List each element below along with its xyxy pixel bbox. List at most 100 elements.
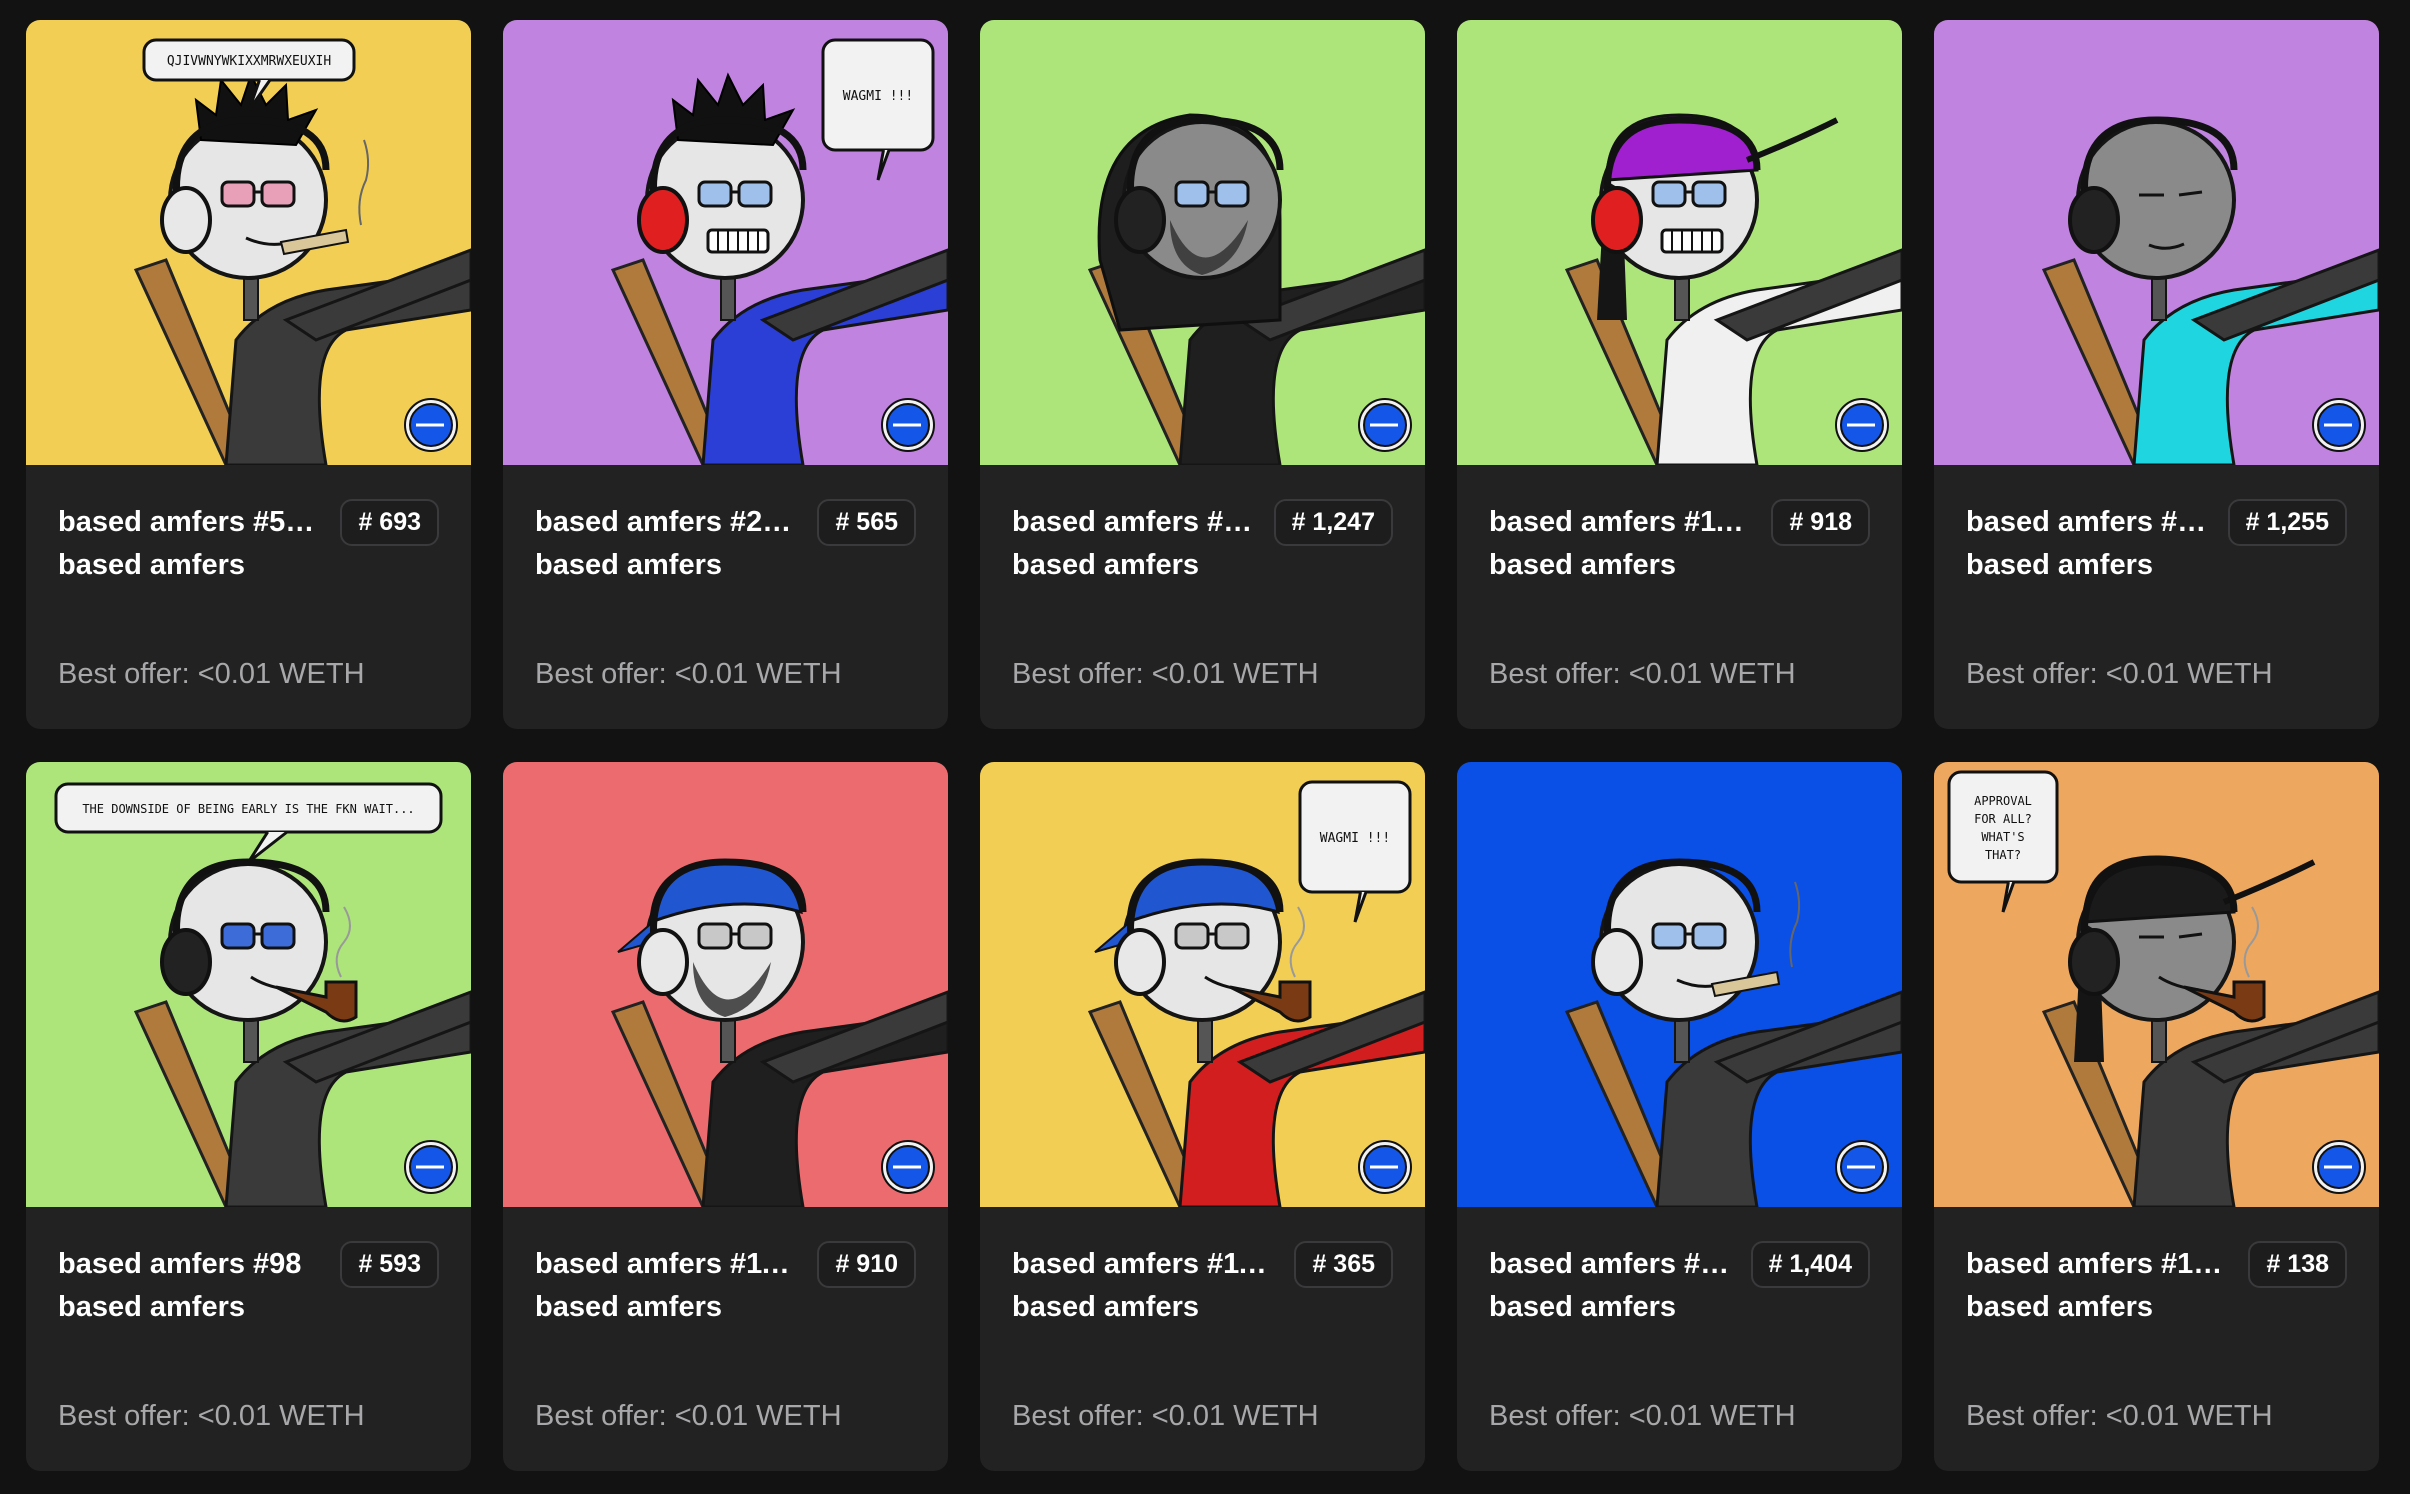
- nft-info: based amfers #11… # 910 based amfers: [503, 1240, 948, 1327]
- headphone-icon: [637, 186, 689, 254]
- nft-card[interactable]: based amfers #… # 1,255 based amfers Best o…: [1934, 20, 2379, 729]
- best-offer-text: Best offer: <0.01 WETH: [1966, 658, 2273, 690]
- svg-text:FOR ALL?: FOR ALL?: [1974, 812, 2032, 826]
- nft-card[interactable]: THE DOWNSIDE OF BEING EARLY IS THE FKN W…: [26, 762, 471, 1471]
- rarity-rank-badge[interactable]: # 365: [1294, 1240, 1393, 1288]
- nft-artwork: [503, 762, 948, 1207]
- svg-text:WAGMI !!!: WAGMI !!!: [843, 89, 913, 104]
- best-offer-text: Best offer: <0.01 WETH: [1966, 1400, 2273, 1432]
- best-offer-text: Best offer: <0.01 WETH: [1489, 658, 1796, 690]
- base-logo-icon: [881, 1140, 935, 1194]
- rarity-rank-badge[interactable]: # 693: [340, 498, 439, 546]
- headphone-icon: [637, 928, 689, 996]
- nft-image[interactable]: THE DOWNSIDE OF BEING EARLY IS THE FKN W…: [26, 762, 471, 1207]
- nft-image[interactable]: [980, 20, 1425, 465]
- headphone-icon: [160, 186, 212, 254]
- nft-card[interactable]: based amfers #… # 1,247 based amfers Best o…: [980, 20, 1425, 729]
- nft-name[interactable]: based amfers #2…: [535, 506, 791, 539]
- svg-text:WHAT'S: WHAT'S: [1981, 830, 2024, 844]
- rarity-rank-badge[interactable]: # 1,247: [1273, 498, 1393, 546]
- svg-text:APPROVAL: APPROVAL: [1974, 794, 2032, 808]
- rarity-rank-badge[interactable]: # 565: [817, 498, 916, 546]
- best-offer-text: Best offer: <0.01 WETH: [1012, 1400, 1319, 1432]
- collection-name: based amfers: [1489, 1291, 1676, 1323]
- nft-card[interactable]: APPROVAL FOR ALL? WHAT'S THAT? based amfers …: [1934, 762, 2379, 1471]
- nft-image[interactable]: [1457, 20, 1902, 465]
- best-offer-text: Best offer: <0.01 WETH: [535, 658, 842, 690]
- nft-name[interactable]: based amfers #5…: [58, 506, 314, 539]
- nft-artwork: APPROVAL FOR ALL? WHAT'S THAT?: [1934, 762, 2379, 1207]
- nft-card[interactable]: based amfers #… # 1,404 based amfers Best o…: [1457, 762, 1902, 1471]
- svg-text:WAGMI !!!: WAGMI !!!: [1320, 831, 1390, 846]
- nft-card[interactable]: WAGMI !!! based amfers #11… # 365 based amf…: [980, 762, 1425, 1471]
- rarity-rank-badge[interactable]: # 918: [1771, 498, 1870, 546]
- nft-name[interactable]: based amfers #1…: [1966, 1248, 2222, 1281]
- nft-image[interactable]: [1457, 762, 1902, 1207]
- nft-image[interactable]: QJIVWNYWKIXXMRWXEUXIH: [26, 20, 471, 465]
- headphone-icon: [2068, 928, 2120, 996]
- nft-image[interactable]: WAGMI !!!: [980, 762, 1425, 1207]
- title-row: based amfers #5… # 693: [58, 498, 439, 546]
- nft-info: based amfers #… # 1,404 based amfers: [1457, 1240, 1902, 1327]
- title-row: based amfers #11… # 365: [1012, 1240, 1393, 1288]
- nft-artwork: [1457, 20, 1902, 465]
- rarity-rank-badge[interactable]: # 138: [2248, 1240, 2347, 1288]
- collection-name: based amfers: [1012, 1291, 1199, 1323]
- nft-name[interactable]: based amfers #…: [1489, 1248, 1729, 1281]
- nft-image[interactable]: [1934, 20, 2379, 465]
- best-offer-text: Best offer: <0.01 WETH: [58, 1400, 365, 1432]
- base-logo-icon: [2312, 398, 2366, 452]
- headphone-icon: [1114, 928, 1166, 996]
- nft-name[interactable]: based amfers #11…: [535, 1248, 800, 1281]
- nft-info: based amfers #… # 1,247 based amfers: [980, 498, 1425, 585]
- svg-text:QJIVWNYWKIXXMRWXEUXIH: QJIVWNYWKIXXMRWXEUXIH: [167, 54, 331, 69]
- nft-name[interactable]: based amfers #11…: [1012, 1248, 1277, 1281]
- nft-image[interactable]: [503, 762, 948, 1207]
- headphone-icon: [2068, 186, 2120, 254]
- nft-artwork: THE DOWNSIDE OF BEING EARLY IS THE FKN W…: [26, 762, 471, 1207]
- base-logo-icon: [881, 398, 935, 452]
- nft-info: based amfers #5… # 693 based amfers: [26, 498, 471, 585]
- collection-name: based amfers: [1966, 1291, 2153, 1323]
- nft-artwork: [1457, 762, 1902, 1207]
- nft-artwork: WAGMI !!!: [980, 762, 1425, 1207]
- nft-image[interactable]: APPROVAL FOR ALL? WHAT'S THAT?: [1934, 762, 2379, 1207]
- nft-info: based amfers #98 # 593 based amfers: [26, 1240, 471, 1327]
- svg-text:THAT?: THAT?: [1985, 848, 2021, 862]
- rarity-rank-badge[interactable]: # 1,255: [2227, 498, 2347, 546]
- nft-grid: QJIVWNYWKIXXMRWXEUXIH based amfers #5… # 6…: [26, 20, 2379, 1471]
- best-offer-text: Best offer: <0.01 WETH: [1489, 1400, 1796, 1432]
- rarity-rank-badge[interactable]: # 910: [817, 1240, 916, 1288]
- headphone-icon: [1591, 928, 1643, 996]
- nft-card[interactable]: WAGMI !!! based amfers #2… # 565 based amfe…: [503, 20, 948, 729]
- collection-name: based amfers: [1966, 549, 2153, 581]
- title-row: based amfers #… # 1,247: [1012, 498, 1393, 546]
- collection-name: based amfers: [58, 549, 245, 581]
- nft-artwork: [980, 20, 1425, 465]
- collection-name: based amfers: [1489, 549, 1676, 581]
- rarity-rank-badge[interactable]: # 1,404: [1750, 1240, 1870, 1288]
- collection-name: based amfers: [535, 549, 722, 581]
- nft-name[interactable]: based amfers #98: [58, 1248, 301, 1281]
- best-offer-text: Best offer: <0.01 WETH: [58, 658, 365, 690]
- nft-card[interactable]: based amfers #11… # 910 based amfers Best o…: [503, 762, 948, 1471]
- base-logo-icon: [1835, 1140, 1889, 1194]
- best-offer-text: Best offer: <0.01 WETH: [1012, 658, 1319, 690]
- nft-name[interactable]: based amfers #11…: [1489, 506, 1754, 539]
- rarity-rank-badge[interactable]: # 593: [340, 1240, 439, 1288]
- headphone-icon: [1591, 186, 1643, 254]
- nft-image[interactable]: WAGMI !!!: [503, 20, 948, 465]
- collection-name: based amfers: [58, 1291, 245, 1323]
- svg-text:THE DOWNSIDE OF BEING EARLY IS: THE DOWNSIDE OF BEING EARLY IS THE FKN W…: [82, 802, 414, 816]
- base-logo-icon: [1835, 398, 1889, 452]
- title-row: based amfers #… # 1,255: [1966, 498, 2347, 546]
- nft-name[interactable]: based amfers #…: [1966, 506, 2206, 539]
- title-row: based amfers #2… # 565: [535, 498, 916, 546]
- nft-info: based amfers #11… # 918 based amfers: [1457, 498, 1902, 585]
- nft-name[interactable]: based amfers #…: [1012, 506, 1252, 539]
- nft-card[interactable]: based amfers #11… # 918 based amfers Best o…: [1457, 20, 1902, 729]
- title-row: based amfers #… # 1,404: [1489, 1240, 1870, 1288]
- nft-info: based amfers #2… # 565 based amfers: [503, 498, 948, 585]
- base-logo-icon: [1358, 1140, 1412, 1194]
- nft-card[interactable]: QJIVWNYWKIXXMRWXEUXIH based amfers #5… # 6…: [26, 20, 471, 729]
